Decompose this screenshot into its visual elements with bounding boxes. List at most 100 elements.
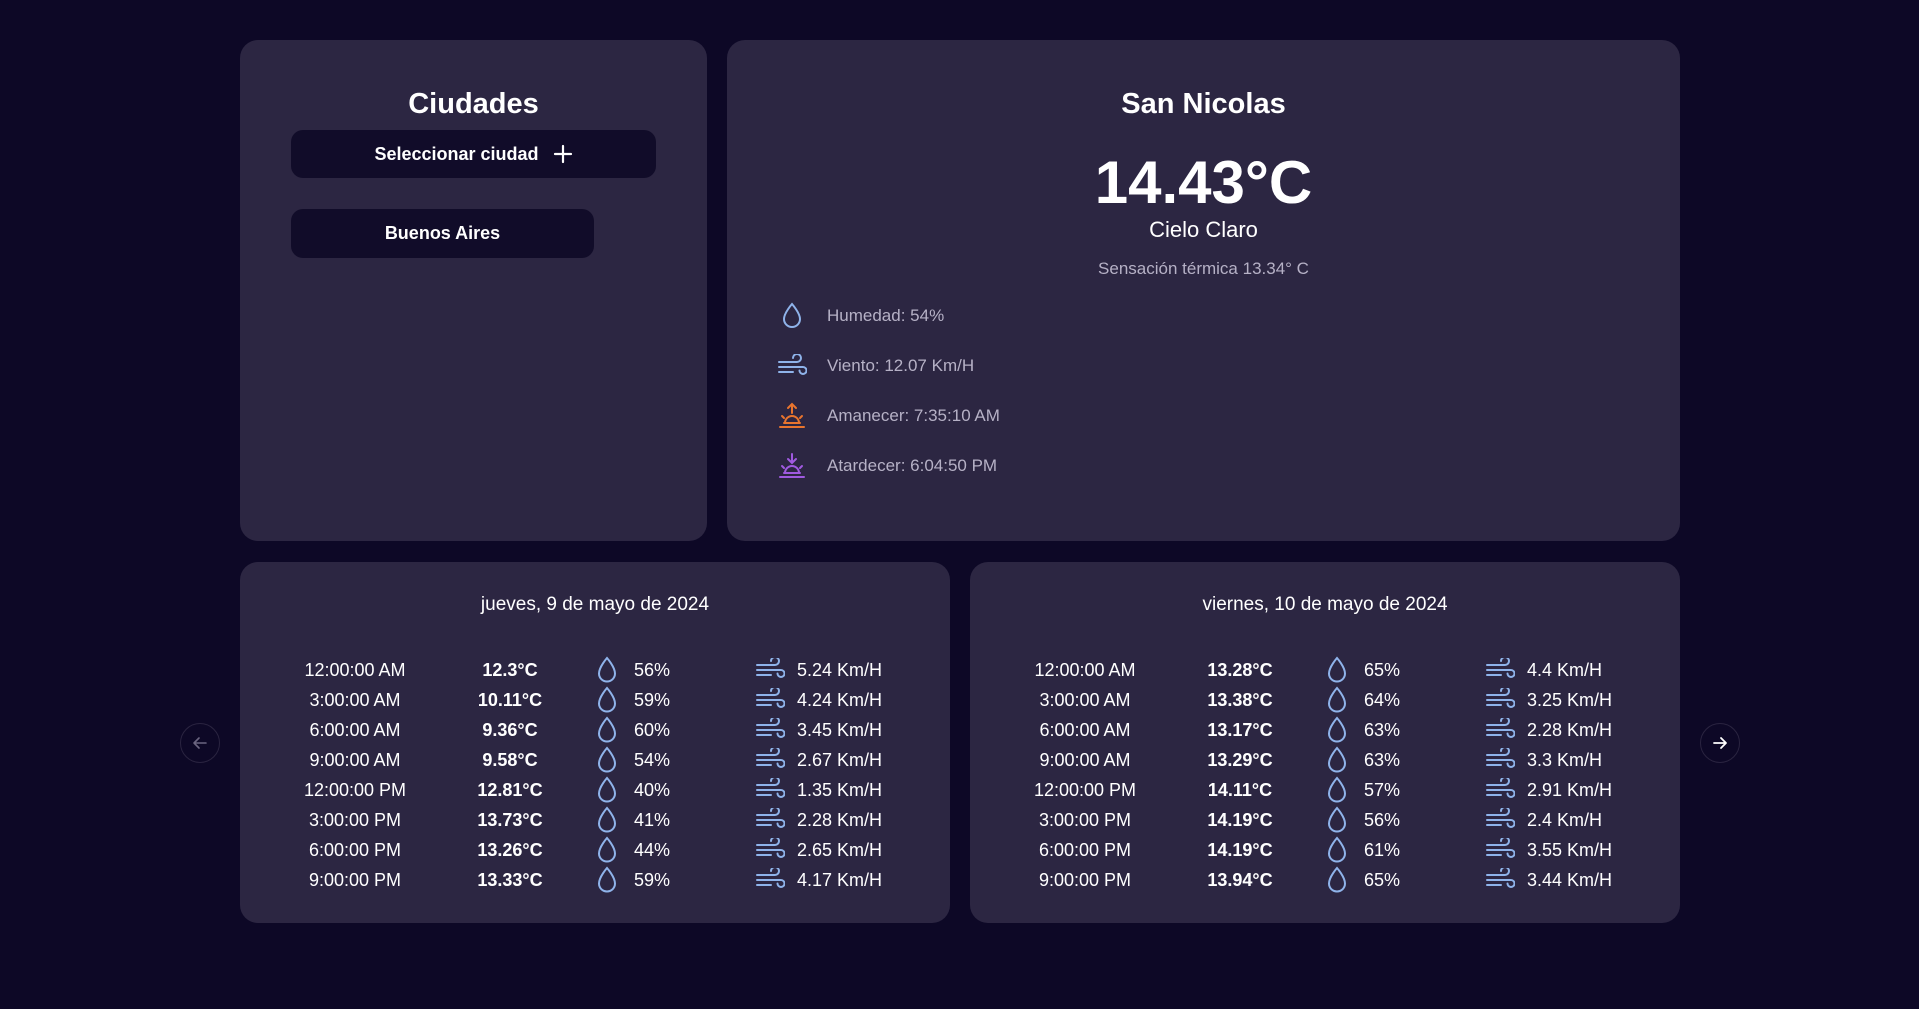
forecast-time: 6:00:00 AM <box>1039 720 1131 740</box>
forecast-wind: 4.24 Km/H <box>797 690 883 710</box>
current-city-name: San Nicolas <box>1121 88 1286 120</box>
sunset-detail: Atardecer: 6:04:50 PM <box>777 451 997 481</box>
wind-icon <box>755 685 785 715</box>
wind-icon <box>1485 745 1515 775</box>
sunset-icon <box>777 451 807 481</box>
wind-icon <box>777 351 807 381</box>
humidity-detail: Humedad: 54% <box>777 301 944 331</box>
forecast-humidity: 60% <box>634 720 671 740</box>
forecast-time: 9:00:00 AM <box>1039 750 1131 770</box>
wind-icon <box>755 715 785 745</box>
forecast-wind: 2.28 Km/H <box>797 810 883 830</box>
forecast-time: 3:00:00 AM <box>1039 690 1131 710</box>
cities-title: Ciudades <box>408 88 539 120</box>
current-temperature: 14.43°C <box>1094 149 1313 216</box>
droplet-icon <box>595 775 619 805</box>
droplet-icon <box>1325 655 1349 685</box>
forecast-row: 3:00:00 PM 14.19°C 56% 2.4 Km/H <box>970 805 1680 835</box>
arrow-right-icon <box>1713 737 1727 749</box>
feels-like: Sensación térmica 13.34° C <box>1098 259 1309 278</box>
forecast-time: 6:00:00 PM <box>1038 840 1132 860</box>
wind-icon <box>755 655 785 685</box>
droplet-icon <box>1325 685 1349 715</box>
forecast-time: 12:00:00 AM <box>1034 660 1136 680</box>
forecast-temp: 13.38°C <box>1207 690 1273 710</box>
arrow-left-icon <box>193 737 207 749</box>
forecast-wind: 1.35 Km/H <box>797 780 883 800</box>
wind-icon <box>755 775 785 805</box>
droplet-icon <box>595 745 619 775</box>
forecast-time: 12:00:00 AM <box>304 660 406 680</box>
forecast-humidity: 56% <box>1364 810 1401 830</box>
forecast-wind: 4.17 Km/H <box>797 870 883 890</box>
droplet-icon <box>1325 835 1349 865</box>
forecast-row: 6:00:00 PM 14.19°C 61% 3.55 Km/H <box>970 835 1680 865</box>
forecast-row: 6:00:00 AM 9.36°C 60% 3.45 Km/H <box>240 715 950 745</box>
current-condition: Cielo Claro <box>1149 217 1258 242</box>
forecast-date: viernes, 10 de mayo de 2024 <box>1202 594 1448 615</box>
wind-icon <box>1485 655 1515 685</box>
select-city-label: Seleccionar ciudad <box>374 143 539 164</box>
forecast-temp: 12.81°C <box>477 780 543 800</box>
forecast-time: 12:00:00 PM <box>303 780 407 800</box>
droplet-icon <box>595 685 619 715</box>
forecast-time: 3:00:00 PM <box>1038 810 1132 830</box>
forecast-row: 9:00:00 AM 9.58°C 54% 2.67 Km/H <box>240 745 950 775</box>
forecast-row: 12:00:00 AM 13.28°C 65% 4.4 Km/H <box>970 655 1680 685</box>
forecast-wind: 3.3 Km/H <box>1527 750 1603 770</box>
forecast-humidity: 64% <box>1364 690 1401 710</box>
previous-button[interactable] <box>180 723 220 763</box>
forecast-temp: 10.11°C <box>477 690 543 710</box>
forecast-temp: 13.17°C <box>1207 720 1273 740</box>
wind-detail: Viento: 12.07 Km/H <box>777 351 974 381</box>
forecast-temp: 13.73°C <box>477 810 543 830</box>
forecast-temp: 14.11°C <box>1207 780 1273 800</box>
forecast-wind: 2.65 Km/H <box>797 840 883 860</box>
forecast-wind: 3.55 Km/H <box>1527 840 1613 860</box>
droplet-icon <box>1325 865 1349 895</box>
forecast-time: 6:00:00 AM <box>309 720 401 740</box>
forecast-wind: 3.25 Km/H <box>1527 690 1613 710</box>
next-button[interactable] <box>1700 723 1740 763</box>
droplet-icon <box>1325 805 1349 835</box>
droplet-icon <box>595 655 619 685</box>
forecast-time: 3:00:00 PM <box>308 810 402 830</box>
forecast-day-card: viernes, 10 de mayo de 2024 12:00:00 AM 1… <box>970 562 1680 923</box>
forecast-wind: 2.91 Km/H <box>1527 780 1613 800</box>
forecast-humidity: 59% <box>634 690 671 710</box>
forecast-temp: 13.28°C <box>1207 660 1273 680</box>
forecast-temp: 14.19°C <box>1207 810 1273 830</box>
humidity-text: Humedad: 54% <box>827 306 945 325</box>
forecast-row: 6:00:00 AM 13.17°C 63% 2.28 Km/H <box>970 715 1680 745</box>
forecast-wind: 2.67 Km/H <box>797 750 883 770</box>
forecast-date: jueves, 9 de mayo de 2024 <box>480 594 710 615</box>
forecast-time: 9:00:00 PM <box>1038 870 1132 890</box>
forecast-row: 3:00:00 AM 10.11°C 59% 4.24 Km/H <box>240 685 950 715</box>
forecast-row: 3:00:00 AM 13.38°C 64% 3.25 Km/H <box>970 685 1680 715</box>
wind-icon <box>755 745 785 775</box>
droplet-icon <box>1325 715 1349 745</box>
forecast-row: 12:00:00 PM 12.81°C 40% 1.35 Km/H <box>240 775 950 805</box>
wind-icon <box>1485 805 1515 835</box>
forecast-row: 6:00:00 PM 13.26°C 44% 2.65 Km/H <box>240 835 950 865</box>
wind-icon <box>1485 685 1515 715</box>
forecast-humidity: 65% <box>1364 660 1401 680</box>
forecast-temp: 13.26°C <box>477 840 543 860</box>
forecast-time: 6:00:00 PM <box>308 840 402 860</box>
wind-icon <box>1485 835 1515 865</box>
forecast-row: 3:00:00 PM 13.73°C 41% 2.28 Km/H <box>240 805 950 835</box>
city-button-buenos-aires[interactable]: Buenos Aires <box>291 209 594 258</box>
forecast-wind: 2.4 Km/H <box>1527 810 1603 830</box>
forecast-temp: 9.58°C <box>482 750 538 770</box>
droplet-icon <box>1325 745 1349 775</box>
select-city-button[interactable]: Seleccionar ciudad <box>291 130 656 178</box>
wind-icon <box>1485 715 1515 745</box>
forecast-row: 9:00:00 PM 13.94°C 65% 3.44 Km/H <box>970 865 1680 895</box>
wind-icon <box>755 865 785 895</box>
forecast-time: 12:00:00 PM <box>1033 780 1137 800</box>
forecast-humidity: 54% <box>634 750 671 770</box>
current-weather-panel: San Nicolas 14.43°C Cielo Claro Sensació… <box>727 40 1680 541</box>
plus-icon <box>553 144 573 164</box>
forecast-row: 9:00:00 PM 13.33°C 59% 4.17 Km/H <box>240 865 950 895</box>
forecast-wind: 4.4 Km/H <box>1527 660 1603 680</box>
